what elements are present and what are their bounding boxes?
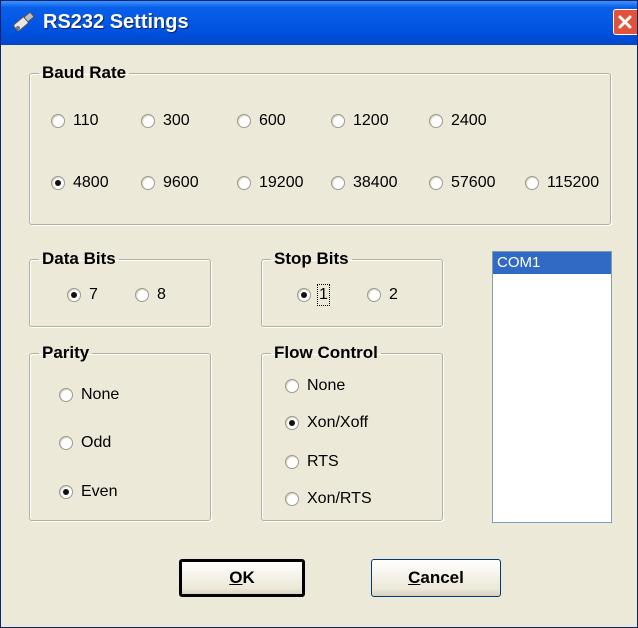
radio-label: Odd bbox=[81, 434, 112, 451]
baud-radio-2400[interactable]: 2400 bbox=[429, 112, 487, 130]
radio-indicator bbox=[51, 114, 65, 128]
radio-label: 2400 bbox=[451, 112, 487, 129]
radio-label: None bbox=[81, 386, 120, 403]
baud-radio-300[interactable]: 300 bbox=[141, 112, 190, 130]
radio-label: 600 bbox=[259, 112, 286, 129]
title-bar[interactable]: RS232 Settings bbox=[1, 1, 637, 45]
ok-accel: O bbox=[229, 568, 243, 587]
parity-radio-none[interactable]: None bbox=[59, 386, 119, 404]
radio-indicator bbox=[59, 436, 73, 450]
ok-button[interactable]: OK bbox=[179, 559, 305, 597]
radio-indicator bbox=[285, 379, 299, 393]
window-title: RS232 Settings bbox=[43, 11, 189, 33]
radio-indicator bbox=[237, 176, 251, 190]
cancel-accel: C bbox=[408, 568, 421, 587]
com-port-listbox[interactable]: COM1 bbox=[492, 251, 612, 523]
radio-label: 2 bbox=[389, 286, 398, 303]
ok-rest: K bbox=[242, 568, 255, 587]
baud-radio-19200[interactable]: 19200 bbox=[237, 174, 304, 192]
radio-indicator bbox=[285, 455, 299, 469]
radio-label: None bbox=[307, 377, 346, 394]
connector-icon bbox=[13, 12, 35, 32]
data-bits-group: Data Bits bbox=[29, 249, 211, 327]
radio-label: 9600 bbox=[163, 174, 199, 191]
com-port-item[interactable]: COM1 bbox=[493, 252, 611, 274]
stop-bits-legend: Stop Bits bbox=[274, 249, 349, 268]
radio-label: 7 bbox=[89, 286, 98, 303]
radio-label: 1 bbox=[317, 284, 330, 306]
parity-radio-odd[interactable]: Odd bbox=[59, 434, 111, 452]
radio-label: 300 bbox=[163, 112, 190, 129]
radio-label: Xon/RTS bbox=[307, 490, 372, 507]
data-bits-radio-7[interactable]: 7 bbox=[67, 286, 98, 304]
flow-control-legend: Flow Control bbox=[274, 343, 378, 362]
baud-radio-9600[interactable]: 9600 bbox=[141, 174, 199, 192]
baud-radio-57600[interactable]: 57600 bbox=[429, 174, 496, 192]
radio-indicator bbox=[429, 114, 443, 128]
radio-label: Xon/Xoff bbox=[307, 414, 369, 431]
radio-indicator bbox=[59, 388, 73, 402]
stop-bits-group: Stop Bits bbox=[261, 249, 443, 327]
stop-bits-radio-1[interactable]: 1 bbox=[297, 284, 330, 306]
parity-legend: Parity bbox=[42, 343, 90, 362]
radio-label: 1200 bbox=[353, 112, 389, 129]
radio-label: RTS bbox=[307, 453, 339, 470]
radio-indicator bbox=[67, 288, 81, 302]
close-icon bbox=[618, 15, 632, 29]
radio-label: 57600 bbox=[451, 174, 496, 191]
radio-indicator bbox=[331, 114, 345, 128]
cancel-button[interactable]: Cancel bbox=[371, 559, 501, 597]
flow-radio-none[interactable]: None bbox=[285, 377, 345, 395]
radio-label: 19200 bbox=[259, 174, 304, 191]
radio-indicator bbox=[285, 492, 299, 506]
radio-label: 4800 bbox=[73, 174, 109, 191]
flow-radio-rts[interactable]: RTS bbox=[285, 453, 339, 471]
flow-radio-xon-rts[interactable]: Xon/RTS bbox=[285, 490, 372, 508]
radio-label: 115200 bbox=[547, 174, 600, 191]
baud-radio-1200[interactable]: 1200 bbox=[331, 112, 389, 130]
radio-indicator bbox=[525, 176, 539, 190]
radio-indicator bbox=[367, 288, 381, 302]
parity-group: Parity bbox=[29, 343, 211, 521]
cancel-rest: ancel bbox=[420, 568, 464, 587]
radio-label: Even bbox=[81, 483, 118, 500]
radio-indicator bbox=[135, 288, 149, 302]
baud-radio-110[interactable]: 110 bbox=[51, 112, 99, 130]
parity-radio-even[interactable]: Even bbox=[59, 483, 117, 501]
baud-radio-4800[interactable]: 4800 bbox=[51, 174, 109, 192]
radio-indicator bbox=[141, 176, 155, 190]
radio-indicator bbox=[297, 288, 311, 302]
baud-rate-group: Baud Rate bbox=[29, 63, 611, 225]
baud-radio-115200[interactable]: 115200 bbox=[525, 174, 599, 192]
radio-indicator bbox=[429, 176, 443, 190]
close-button[interactable] bbox=[613, 9, 637, 35]
radio-indicator bbox=[51, 176, 65, 190]
radio-indicator bbox=[331, 176, 345, 190]
radio-indicator bbox=[141, 114, 155, 128]
radio-label: 38400 bbox=[353, 174, 398, 191]
data-bits-legend: Data Bits bbox=[42, 249, 116, 268]
baud-rate-legend: Baud Rate bbox=[42, 63, 127, 82]
flow-radio-xon-xoff[interactable]: Xon/Xoff bbox=[285, 414, 368, 432]
stop-bits-radio-2[interactable]: 2 bbox=[367, 286, 398, 304]
baud-radio-38400[interactable]: 38400 bbox=[331, 174, 398, 192]
radio-indicator bbox=[59, 485, 73, 499]
radio-label: 110 bbox=[73, 112, 99, 129]
radio-indicator bbox=[237, 114, 251, 128]
radio-indicator bbox=[285, 416, 299, 430]
data-bits-radio-8[interactable]: 8 bbox=[135, 286, 166, 304]
radio-label: 8 bbox=[157, 286, 166, 303]
baud-radio-600[interactable]: 600 bbox=[237, 112, 286, 130]
rs232-settings-window: RS232 Settings Baud Rate 110 300 600 1200 24… bbox=[0, 0, 638, 628]
